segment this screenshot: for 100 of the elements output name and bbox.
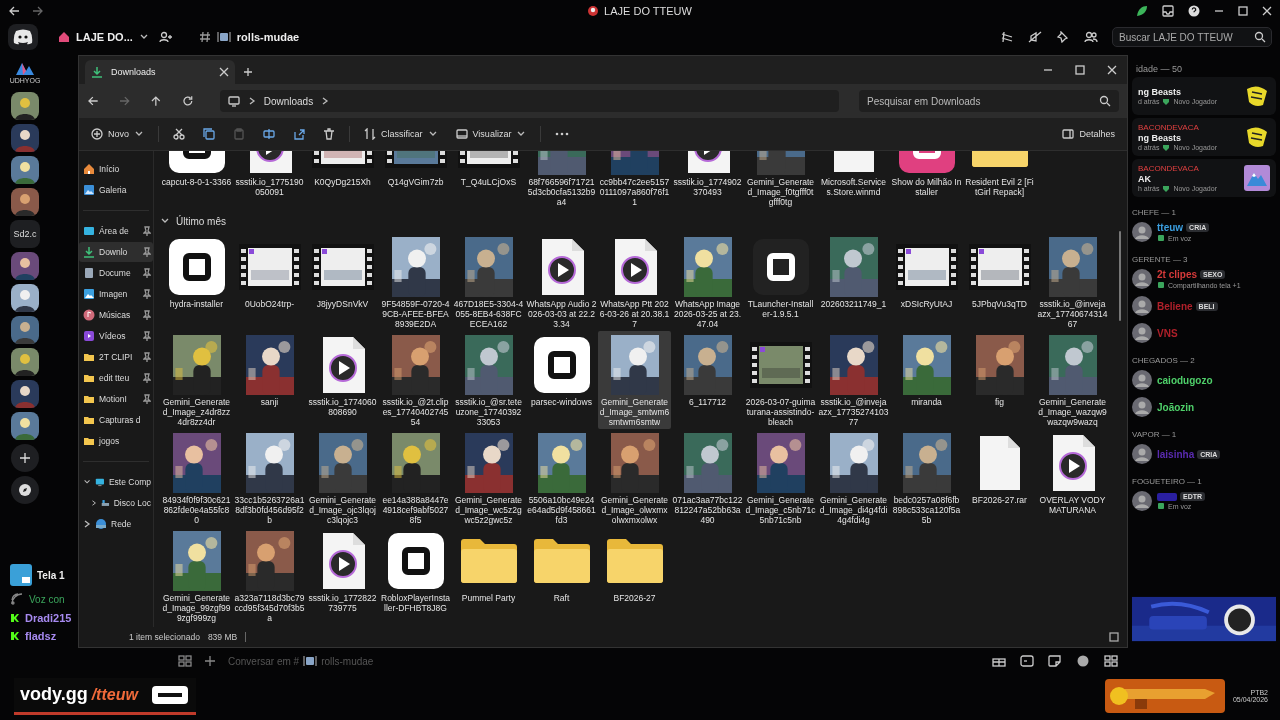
role-title: VAPOR — 1 [1132, 430, 1178, 439]
file-item[interactable]: OVERLAY VODY MATURANA [1036, 429, 1109, 527]
file-item[interactable]: bedc0257a08f6fb898c533ca120f5a5b [890, 429, 963, 527]
file-item[interactable]: sanji [233, 331, 306, 429]
file-item[interactable]: Gemini_Generated_Image_wc5z2gwc5z2gwc5z [452, 429, 525, 527]
file-item[interactable]: Microsoft.Services.Store.winmd [817, 151, 890, 209]
size-text: 839 MB [207, 632, 238, 642]
section-title: idade — 50 [1136, 64, 1184, 74]
file-item[interactable]: Gemini_Generated_Image_99zgf999zgf999zg [160, 527, 233, 625]
username: Dradi215 [25, 612, 72, 624]
file-item[interactable]: Gemini_Generated_Image_wazqw9wazqw9wazq [1036, 331, 1109, 429]
file-item[interactable]: 6_117712 [671, 331, 744, 429]
channel-name: rolls-mudae [236, 31, 300, 43]
file-item[interactable]: capcut-8-0-1-3366 [160, 151, 233, 209]
file-item[interactable]: Raft [525, 527, 598, 625]
nav-item[interactable]: Músicas [79, 305, 153, 325]
view-button[interactable]: Visualizar [451, 125, 531, 143]
file-item[interactable]: Q14gVGim7zb [379, 151, 452, 209]
server-name-button[interactable]: LAJE DO... [58, 31, 149, 43]
file-item[interactable]: 0UobO24trp- [233, 233, 306, 331]
nav-item[interactable]: Área de [79, 221, 153, 241]
username: BACONDEVACA [1138, 122, 1200, 132]
file-item[interactable]: ssstik.io_@invejaazx_1774067431467 [1036, 233, 1109, 331]
role-title: CHEFE — 1 [1132, 208, 1177, 217]
file-item[interactable]: WhatsApp Ptt 2026-03-26 at 20.38.17 [598, 233, 671, 331]
file-item[interactable]: Resident Evil 2 [FitGirl Repack] [963, 151, 1036, 209]
file-item[interactable]: Show do Milhão Installer [890, 151, 963, 209]
file-item[interactable]: K0QyDg215Xh [306, 151, 379, 209]
file-item[interactable]: 467D18E5-3304-4055-8EB4-638FCECEA162 [452, 233, 525, 331]
search-field[interactable]: Pesquisar em Downloads [859, 90, 1119, 112]
file-item[interactable]: parsec-windows [525, 331, 598, 429]
file-item[interactable]: Gemini_Generated_Image_olwxmxolwxmxolwx [598, 429, 671, 527]
file-item[interactable]: ssstik.io_1774060808690 [306, 331, 379, 429]
nav-item[interactable]: Rede [79, 514, 153, 534]
file-item[interactable]: 68f766596f717215d3cb0cfa5132b9a4 [525, 151, 598, 209]
details-button[interactable]: Detalhes [1058, 125, 1119, 143]
search-field[interactable]: Buscar LAJE DO TTEUW [1112, 27, 1272, 47]
file-item[interactable]: T_Q4uLCjOxS [452, 151, 525, 209]
file-item[interactable]: Gemini_Generated_Image_f0tgfff0tgfff0tg [744, 151, 817, 209]
file-item[interactable]: fig [963, 331, 1036, 429]
file-item[interactable]: ssstik.io_@2t.clipes_1774040274554 [379, 331, 452, 429]
file-item[interactable]: 5506a10bc49e24e64ad5d9f458661fd3 [525, 429, 598, 527]
file-item[interactable]: cc9bb47c2ee51570111097a860f76f11 [598, 151, 671, 209]
file-item[interactable]: Pummel Party [452, 527, 525, 625]
nav-item[interactable]: Disco Loc [79, 493, 153, 513]
nav-item[interactable]: Imagen [79, 284, 153, 304]
nav-item[interactable]: Capturas d [79, 410, 153, 430]
file-item[interactable]: Gemini_Generated_Image_c5nb71c5nb71c5nb [744, 429, 817, 527]
role-title: GERENTE — 3 [1132, 255, 1189, 264]
new-button[interactable]: Novo [87, 125, 148, 143]
file-item[interactable]: BF2026-27.rar [963, 429, 1036, 527]
file-item[interactable]: BF2026-27 [598, 527, 671, 625]
member-row[interactable]: caiodugozo [1132, 368, 1276, 392]
username: BACONDEVACA [1138, 163, 1200, 173]
file-item[interactable]: 071ac3aa77bc122812247a52bb63a490 [671, 429, 744, 527]
file-item[interactable]: Gemini_Generated_Image_di4g4fdi4g4fdi4g [817, 429, 890, 527]
file-item[interactable]: ssstik.io_1775190050091 [233, 151, 306, 209]
nav-item[interactable]: jogos [79, 431, 153, 451]
file-item[interactable]: ssstik.io_@invejaazx_1773527410377 [817, 331, 890, 429]
file-item[interactable]: xDSIcRyUtAJ [890, 233, 963, 331]
nav-item[interactable]: Galeria [79, 180, 153, 200]
username: fladsz [25, 630, 57, 642]
file-item[interactable]: 9F54859F-0720-49CB-AFEE-BFEA8939E2DA [379, 233, 452, 331]
file-item[interactable]: 33cc1b5263726a18df3b0fd456d95f2b [233, 429, 306, 527]
nav-item[interactable]: Docume [79, 263, 153, 283]
file-item[interactable]: ssstik.io_@sr.teteuzone_1774039233053 [452, 331, 525, 429]
username: laisinha [1157, 448, 1195, 460]
nav-item[interactable]: Início [79, 159, 153, 179]
file-item[interactable]: miranda [890, 331, 963, 429]
nav-item[interactable]: Downlo [79, 242, 153, 262]
file-item[interactable]: WhatsApp Audio 2026-03-03 at 22.23.34 [525, 233, 598, 331]
file-item[interactable]: 84934f0f9f30c621862fde0e4a55fc80 [160, 429, 233, 527]
file-item[interactable]: 5JPbqVu3qTD [963, 233, 1036, 331]
window-title: LAJE DO TTEUW [604, 5, 692, 17]
file-item[interactable]: TLauncher-Installer-1.9.5.1 [744, 233, 817, 331]
member-row[interactable]: Joãozin [1132, 395, 1276, 419]
file-item[interactable]: WhatsApp Image 2026-03-25 at 23.47.04 [671, 233, 744, 331]
nav-item[interactable]: Este Comp [79, 472, 153, 492]
group-header[interactable]: Último mês [160, 209, 1107, 233]
username: Beliene [1157, 300, 1193, 312]
file-item[interactable]: Gemini_Generated_Image_smtwm6smtwm6smtw [598, 331, 671, 429]
server-icon[interactable]: Sd2.c [10, 220, 40, 248]
file-item[interactable]: ee14a388a8447e4918cef9abf50278f5 [379, 429, 452, 527]
nav-item[interactable]: MotionI [79, 389, 153, 409]
file-item[interactable]: Gemini_Generated_Image_z4dr8zz4dr8zz4dr [160, 331, 233, 429]
file-item[interactable]: Gemini_Generated_Image_ojc3lqojc3lqojc3 [306, 429, 379, 527]
nav-item[interactable]: Vídeos [79, 326, 153, 346]
file-item[interactable]: 2026-03-07-guimaturana-assistindo-bleach [744, 331, 817, 429]
address-bar[interactable]: Downloads [219, 90, 839, 112]
file-item[interactable]: a323a7118d3bc79ccd95f345d70f3b5a [233, 527, 306, 625]
file-item[interactable]: hydra-installer [160, 233, 233, 331]
file-item[interactable]: ssstik.io_1774902370493 [671, 151, 744, 209]
file-item[interactable]: 202603211749_1 [817, 233, 890, 331]
tab[interactable]: Downloads [85, 60, 235, 84]
file-item[interactable]: ssstik.io_1772822739775 [306, 527, 379, 625]
file-item[interactable]: RobloxPlayerInstaller-DFHBT8J8G [379, 527, 452, 625]
nav-item[interactable]: 2T CLIPI [79, 347, 153, 367]
nav-item[interactable]: edit tteu [79, 368, 153, 388]
file-item[interactable]: J8jyyDSnVkV [306, 233, 379, 331]
sort-button[interactable]: Classificar [360, 125, 442, 143]
